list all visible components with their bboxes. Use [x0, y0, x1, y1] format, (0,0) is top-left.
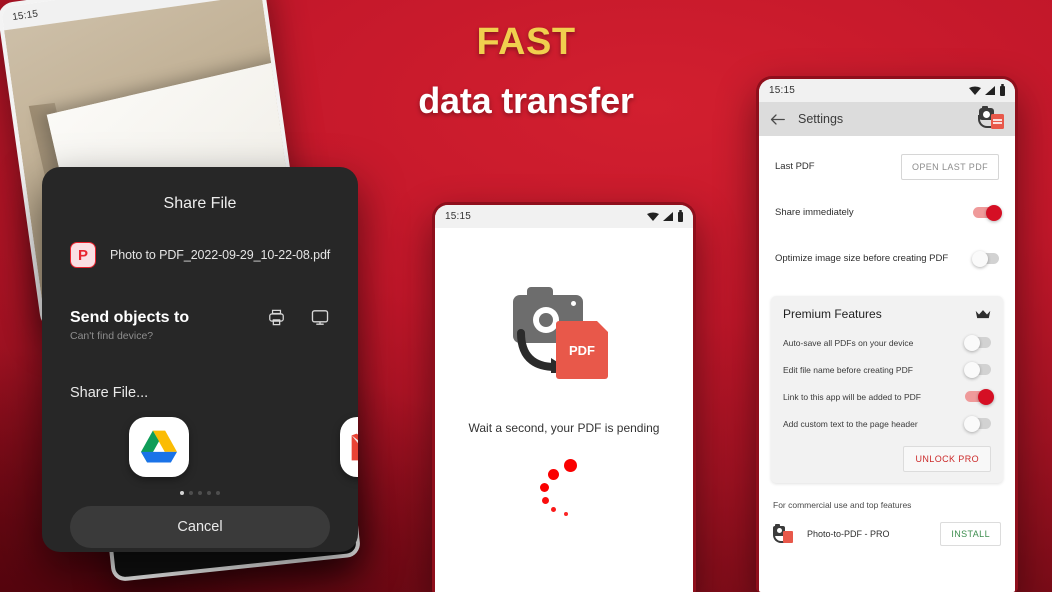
premium-features-card: Premium Features Auto-save all PDFs on y…: [771, 296, 1003, 483]
monitor-icon[interactable]: [310, 308, 330, 327]
camera-to-pdf-icon: PDF: [511, 283, 617, 383]
app-link-toggle[interactable]: [965, 388, 994, 405]
custom-header-toggle[interactable]: [964, 415, 991, 432]
wifi-icon: [647, 212, 659, 221]
share-target-google-drive[interactable]: [129, 417, 189, 477]
share-file-name: Photo to PDF_2022-09-29_10-22-08.pdf: [110, 248, 331, 262]
battery-icon: [678, 209, 683, 222]
setting-label: Optimize image size before creating PDF: [775, 253, 949, 264]
status-time: 15:15: [445, 211, 472, 222]
install-button[interactable]: INSTALL: [940, 522, 1001, 546]
open-last-pdf-button[interactable]: OPEN LAST PDF: [900, 153, 999, 180]
share-target-gmail[interactable]: [340, 417, 358, 477]
promo-text: For commercial use and top features: [773, 500, 912, 510]
pdf-sheet-icon: PDF: [556, 321, 608, 379]
pager-dot: [189, 491, 193, 495]
premium-row-edit-file-name: Edit file name before creating PDF: [783, 361, 991, 378]
phone-center-statusbar: 15:15: [435, 205, 693, 228]
logo-pdf-sheet: [783, 530, 793, 543]
send-device-icons: [267, 308, 330, 327]
premium-row-auto-save: Auto-save all PDFs on your device: [783, 334, 991, 351]
screenshot-stage: 15:15 FAST data transfer Share File P Ph…: [0, 0, 1052, 592]
status-time: 15:15: [11, 8, 39, 24]
headline: FAST data transfer: [0, 21, 1052, 121]
promo-section: For commercial use and top features Phot…: [759, 500, 1015, 546]
google-drive-icon: [141, 430, 177, 463]
edit-file-name-toggle[interactable]: [964, 361, 991, 378]
send-objects-title: Send objects to: [70, 308, 190, 326]
headline-line-1: FAST: [476, 21, 576, 63]
status-icons: [647, 209, 683, 222]
pager-dot: [216, 491, 220, 495]
signal-icon: [663, 212, 673, 221]
optimize-image-toggle[interactable]: [972, 250, 999, 267]
headline-line-2: data transfer: [418, 79, 634, 121]
phone-center-body: PDF Wait a second, your PDF is pending: [435, 228, 693, 592]
promo-app-row: Photo-to-PDF - PRO INSTALL: [773, 522, 1001, 546]
camera-flash-dot: [571, 301, 576, 306]
setting-label: Share immediately: [775, 207, 854, 218]
cant-find-device-hint[interactable]: Can't find device?: [70, 330, 358, 342]
share-dialog-title: Share File: [163, 195, 237, 212]
phone-center-device: 15:15 PDF Wait a second, your PDF is pen…: [432, 202, 696, 592]
crown-icon: [975, 309, 991, 318]
logo-lens: [777, 528, 782, 533]
phone-right-device: 15:15 Settings Last PDF OPEN LAST PDF Sh…: [756, 76, 1018, 592]
premium-label: Add custom text to the page header: [783, 418, 918, 429]
share-target-app-list: [42, 415, 358, 479]
loading-spinner: [534, 457, 594, 517]
pending-status-text: Wait a second, your PDF is pending: [468, 421, 660, 435]
settings-list: Last PDF OPEN LAST PDF Share immediately…: [759, 136, 1015, 274]
setting-label: Last PDF: [775, 161, 815, 172]
send-objects-row: Send objects to: [70, 308, 330, 327]
setting-row-last-pdf: Last PDF OPEN LAST PDF: [775, 151, 999, 182]
pager-dot: [207, 491, 211, 495]
unlock-pro-button[interactable]: UNLOCK PRO: [903, 446, 991, 472]
premium-card-header: Premium Features: [783, 307, 991, 321]
premium-row-custom-header: Add custom text to the page header: [783, 415, 991, 432]
premium-label: Auto-save all PDFs on your device: [783, 337, 914, 348]
cancel-button[interactable]: Cancel: [70, 506, 330, 548]
share-immediately-toggle[interactable]: [973, 204, 1002, 221]
pager-dot: [180, 491, 184, 495]
share-file-row[interactable]: P Photo to PDF_2022-09-29_10-22-08.pdf: [70, 242, 358, 268]
premium-row-app-link: Link to this app will be added to PDF: [783, 388, 994, 405]
premium-card-title: Premium Features: [783, 307, 882, 321]
promo-app-name: Photo-to-PDF - PRO: [807, 529, 890, 539]
phone-center-screen: 15:15 PDF Wait a second, your PDF is pen…: [435, 205, 693, 592]
share-pager-dots: [42, 491, 358, 495]
pdf-file-icon: P: [70, 242, 96, 268]
premium-label: Edit file name before creating PDF: [783, 364, 913, 375]
printer-icon[interactable]: [267, 308, 286, 327]
gmail-icon: [351, 433, 358, 461]
phone-right-screen: 15:15 Settings Last PDF OPEN LAST PDF Sh…: [759, 79, 1015, 592]
share-file-section-label: Share File...: [70, 385, 149, 401]
setting-row-share-immediately: Share immediately: [775, 197, 1002, 228]
unlock-button-wrap: UNLOCK PRO: [783, 446, 991, 472]
auto-save-toggle[interactable]: [964, 334, 991, 351]
share-file-dialog: Share File P Photo to PDF_2022-09-29_10-…: [42, 167, 358, 552]
setting-row-optimize-image: Optimize image size before creating PDF: [775, 243, 999, 274]
premium-label: Link to this app will be added to PDF: [783, 391, 921, 402]
pager-dot: [198, 491, 202, 495]
photo-to-pdf-logo-icon: [773, 523, 793, 544]
